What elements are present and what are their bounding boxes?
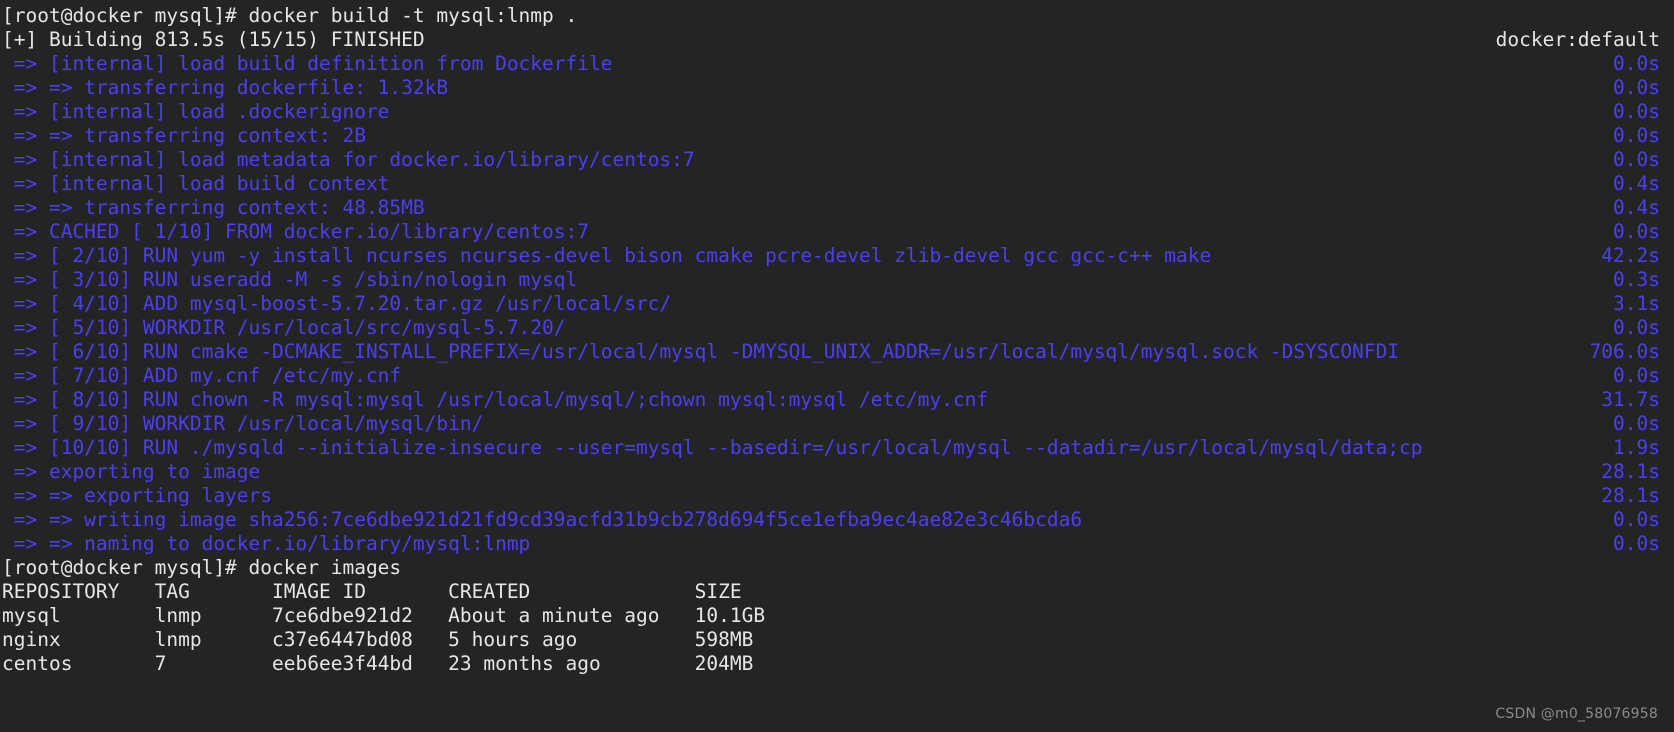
build-step-line: => [internal] load metadata for docker.i… [0, 148, 1674, 172]
watermark-label: CSDN @m0_58076958 [1495, 706, 1658, 722]
line-duration: 42.2s [1601, 244, 1660, 267]
build-step-line: => [ 8/10] RUN chown -R mysql:mysql /usr… [0, 388, 1674, 412]
line-text: => [ 8/10] RUN chown -R mysql:mysql /usr… [2, 388, 989, 411]
image-table-row: centos 7 eeb6ee3f44bd 23 months ago 204M… [0, 652, 1674, 676]
line-duration: 0.0s [1613, 148, 1660, 171]
line-duration: 3.1s [1613, 292, 1660, 315]
line-text: => => exporting layers [2, 484, 273, 507]
line-text: REPOSITORY TAG IMAGE ID CREATED SIZE [2, 580, 742, 603]
line-text: => exporting to image [2, 460, 261, 483]
line-text: nginx lnmp c37e6447bd08 5 hours ago 598M… [2, 628, 754, 651]
line-duration: 0.0s [1613, 100, 1660, 123]
line-text: => => transferring context: 2B [2, 124, 366, 147]
build-step-line: => [ 7/10] ADD my.cnf /etc/my.cnf 0.0s [0, 364, 1674, 388]
build-step-line: => => transferring context: 2B 0.0s [0, 124, 1674, 148]
build-step-line: => => naming to docker.io/library/mysql:… [0, 532, 1674, 556]
line-duration: 0.0s [1613, 412, 1660, 435]
line-text: => [internal] load metadata for docker.i… [2, 148, 695, 171]
line-text: => => naming to docker.io/library/mysql:… [2, 532, 531, 555]
line-duration: 28.1s [1601, 460, 1660, 483]
terminal-prompt-line: [root@docker mysql]# docker build -t mys… [0, 4, 1674, 28]
line-text: => => transferring context: 48.85MB [2, 196, 425, 219]
line-duration: 0.0s [1613, 52, 1660, 75]
line-duration: 0.0s [1613, 508, 1660, 531]
line-duration: 706.0s [1589, 340, 1660, 363]
build-step-line: => [internal] load build definition from… [0, 52, 1674, 76]
build-step-line: => CACHED [ 1/10] FROM docker.io/library… [0, 220, 1674, 244]
build-step-line: => => writing image sha256:7ce6dbe921d21… [0, 508, 1674, 532]
line-text: [+] Building 813.5s (15/15) FINISHED [2, 28, 425, 51]
terminal-prompt-line: [+] Building 813.5s (15/15) FINISHED dock… [0, 28, 1674, 52]
line-text: [root@docker mysql]# docker images [2, 556, 402, 579]
line-text: => [ 4/10] ADD mysql-boost-5.7.20.tar.gz… [2, 292, 672, 315]
line-text: => CACHED [ 1/10] FROM docker.io/library… [2, 220, 589, 243]
line-duration: 0.0s [1613, 220, 1660, 243]
line-text: => [ 9/10] WORKDIR /usr/local/mysql/bin/ [2, 412, 484, 435]
build-step-line: => exporting to image 28.1s [0, 460, 1674, 484]
line-duration: 0.4s [1613, 172, 1660, 195]
image-table-row: mysql lnmp 7ce6dbe921d2 About a minute a… [0, 604, 1674, 628]
line-duration: 0.0s [1613, 532, 1660, 555]
build-step-line: => => transferring dockerfile: 1.32kB 0.0… [0, 76, 1674, 100]
line-text: mysql lnmp 7ce6dbe921d2 About a minute a… [2, 604, 766, 627]
line-duration: 0.0s [1613, 124, 1660, 147]
line-text: centos 7 eeb6ee3f44bd 23 months ago 204M… [2, 652, 754, 675]
line-duration: 0.4s [1613, 196, 1660, 219]
build-step-line: => [ 2/10] RUN yum -y install ncurses nc… [0, 244, 1674, 268]
build-step-line: => => exporting layers 28.1s [0, 484, 1674, 508]
line-text: => [10/10] RUN ./mysqld --initialize-ins… [2, 436, 1423, 459]
terminal-output[interactable]: [root@docker mysql]# docker build -t mys… [0, 4, 1674, 676]
build-step-line: => [10/10] RUN ./mysqld --initialize-ins… [0, 436, 1674, 460]
terminal-window: [root@docker mysql]# docker build -t mys… [0, 0, 1674, 732]
build-step-line: => [ 3/10] RUN useradd -M -s /sbin/nolog… [0, 268, 1674, 292]
line-duration: 31.7s [1601, 388, 1660, 411]
line-duration: 0.3s [1613, 268, 1660, 291]
build-step-line: => [internal] load build context 0.4s [0, 172, 1674, 196]
line-duration: 0.0s [1613, 364, 1660, 387]
build-step-line: => [ 6/10] RUN cmake -DCMAKE_INSTALL_PRE… [0, 340, 1674, 364]
line-duration: docker:default [1495, 28, 1660, 51]
line-text: => [internal] load build context [2, 172, 390, 195]
line-text: => [ 5/10] WORKDIR /usr/local/src/mysql-… [2, 316, 566, 339]
line-text: => [internal] load .dockerignore [2, 100, 390, 123]
line-duration: 28.1s [1601, 484, 1660, 507]
line-text: [root@docker mysql]# docker build -t mys… [2, 4, 578, 27]
build-step-line: => [ 5/10] WORKDIR /usr/local/src/mysql-… [0, 316, 1674, 340]
build-step-line: => [ 9/10] WORKDIR /usr/local/mysql/bin/… [0, 412, 1674, 436]
terminal-prompt-line: [root@docker mysql]# docker images [0, 556, 1674, 580]
image-table-row: REPOSITORY TAG IMAGE ID CREATED SIZE [0, 580, 1674, 604]
build-step-line: => => transferring context: 48.85MB 0.4s [0, 196, 1674, 220]
build-step-line: => [ 4/10] ADD mysql-boost-5.7.20.tar.gz… [0, 292, 1674, 316]
line-text: => => transferring dockerfile: 1.32kB [2, 76, 449, 99]
build-step-line: => [internal] load .dockerignore 0.0s [0, 100, 1674, 124]
line-duration: 1.9s [1613, 436, 1660, 459]
line-text: => [ 2/10] RUN yum -y install ncurses nc… [2, 244, 1212, 267]
line-text: => [ 7/10] ADD my.cnf /etc/my.cnf [2, 364, 402, 387]
line-text: => [ 3/10] RUN useradd -M -s /sbin/nolog… [2, 268, 578, 291]
line-duration: 0.0s [1613, 316, 1660, 339]
image-table-row: nginx lnmp c37e6447bd08 5 hours ago 598M… [0, 628, 1674, 652]
line-text: => [ 6/10] RUN cmake -DCMAKE_INSTALL_PRE… [2, 340, 1400, 363]
line-text: => => writing image sha256:7ce6dbe921d21… [2, 508, 1083, 531]
line-text: => [internal] load build definition from… [2, 52, 613, 75]
line-duration: 0.0s [1613, 76, 1660, 99]
